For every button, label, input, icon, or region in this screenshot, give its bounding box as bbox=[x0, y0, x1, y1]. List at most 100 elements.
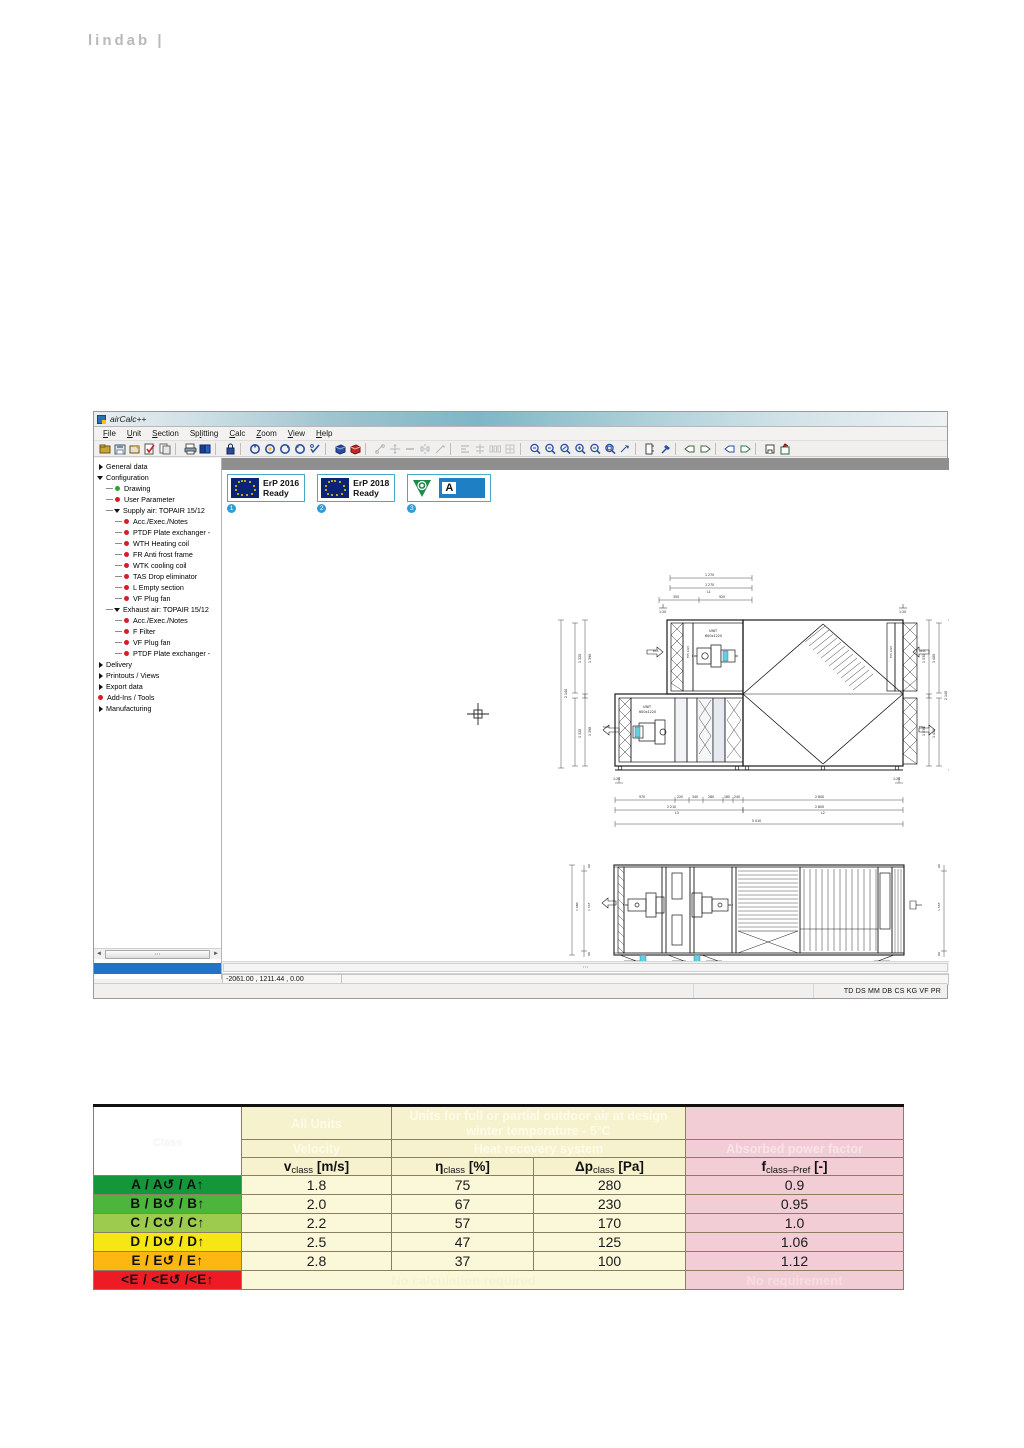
menu-item-help[interactable]: Help bbox=[316, 429, 332, 438]
book-icon[interactable] bbox=[198, 442, 212, 456]
menu-item-splitting[interactable]: Splitting bbox=[190, 429, 218, 438]
chevron-down-icon[interactable] bbox=[114, 606, 122, 614]
menu-item-file[interactable]: File bbox=[103, 429, 116, 438]
tree-selection-bar[interactable] bbox=[94, 963, 221, 974]
tree-item-acc-exec-notes[interactable]: Acc./Exec./Notes bbox=[97, 516, 221, 527]
tree-item-ptdf-plate-exchanger[interactable]: PTDF Plate exchanger - bbox=[97, 527, 221, 538]
save-as-icon[interactable] bbox=[128, 442, 142, 456]
tree-item-label: TAS Drop eliminator bbox=[133, 571, 198, 581]
mirror-icon[interactable] bbox=[418, 442, 432, 456]
print-icon[interactable] bbox=[183, 442, 197, 456]
tree-item-drawing[interactable]: Drawing bbox=[97, 483, 221, 494]
open-folder-icon[interactable] bbox=[98, 442, 112, 456]
scroll-right-arrow[interactable]: ► bbox=[211, 951, 221, 957]
tree-horizontal-scrollbar[interactable]: ◄ ⋯ ► bbox=[94, 948, 221, 959]
tree-item-fr-anti-frost-frame[interactable]: FR Anti frost frame bbox=[97, 549, 221, 560]
chevron-down-icon[interactable] bbox=[97, 474, 105, 482]
copy-document-icon[interactable] bbox=[158, 442, 172, 456]
chevron-right-icon[interactable] bbox=[97, 683, 105, 691]
tree-item-vf-plug-fan[interactable]: VF Plug fan bbox=[97, 637, 221, 648]
erp-2016-badge[interactable]: ErP 2016 Ready bbox=[227, 474, 306, 502]
menu-item-zoom[interactable]: Zoom bbox=[256, 429, 276, 438]
chevron-right-icon[interactable] bbox=[97, 463, 105, 471]
save-icon[interactable] bbox=[113, 442, 127, 456]
application-window: airCalc++ File Unit Section Splitting Ca… bbox=[93, 411, 949, 999]
tree-item-general-data[interactable]: General data bbox=[97, 461, 221, 472]
reload-blue-icon[interactable] bbox=[278, 442, 292, 456]
tree-item-ptdf-plate-exchanger[interactable]: PTDF Plate exchanger - bbox=[97, 648, 221, 659]
measure-icon[interactable] bbox=[433, 442, 447, 456]
export-icon[interactable] bbox=[778, 442, 792, 456]
refresh-ccw-icon[interactable] bbox=[248, 442, 262, 456]
tree-item-exhaust-air-topair-15-12[interactable]: Exhaust air: TOPAIR 15/12 bbox=[97, 604, 221, 615]
tree-item-vf-plug-fan[interactable]: VF Plug fan bbox=[97, 593, 221, 604]
move-icon[interactable] bbox=[388, 442, 402, 456]
tree-item-f-filter[interactable]: F Filter bbox=[97, 626, 221, 637]
eurovent-badge[interactable]: A bbox=[407, 474, 492, 502]
tree-item-manufacturing[interactable]: Manufacturing bbox=[97, 703, 221, 714]
tree-item-wth-heating-coil[interactable]: WTH Heating coil bbox=[97, 538, 221, 549]
section-icon[interactable] bbox=[643, 442, 657, 456]
tree-item-l-empty-section[interactable]: L Empty section bbox=[97, 582, 221, 593]
print-preview-icon[interactable] bbox=[763, 442, 777, 456]
refresh-cw-icon[interactable] bbox=[263, 442, 277, 456]
grid-icon[interactable] bbox=[503, 442, 517, 456]
tree-item-supply-air-topair-15-12[interactable]: Supply air: TOPAIR 15/12 bbox=[97, 505, 221, 516]
configuration-tree-panel[interactable]: General data Configuration Drawing User Par… bbox=[94, 458, 222, 979]
chevron-down-icon[interactable] bbox=[114, 507, 122, 515]
zoom-window-icon[interactable] bbox=[528, 442, 542, 456]
all-units-label: All Units bbox=[291, 1116, 342, 1131]
center-icon[interactable] bbox=[473, 442, 487, 456]
check-document-icon[interactable] bbox=[143, 442, 157, 456]
calc-check-icon[interactable] bbox=[308, 442, 322, 456]
tree-item-printouts-views[interactable]: Printouts / Views bbox=[97, 670, 221, 681]
hammer-icon[interactable] bbox=[658, 442, 672, 456]
class-cell: A / A↺ / A↑ bbox=[93, 1175, 242, 1195]
tree-item-export-data[interactable]: Export data bbox=[97, 681, 221, 692]
lock-icon[interactable] bbox=[223, 442, 237, 456]
tree-item-wtk-cooling-coil[interactable]: WTK cooling coil bbox=[97, 560, 221, 571]
zoom-in-icon[interactable] bbox=[573, 442, 587, 456]
menu-item-unit[interactable]: Unit bbox=[127, 429, 141, 438]
tree-item-acc-exec-notes[interactable]: Acc./Exec./Notes bbox=[97, 615, 221, 626]
distribute-icon[interactable] bbox=[488, 442, 502, 456]
tree-item-configuration[interactable]: Configuration bbox=[97, 472, 221, 483]
cube-red-icon[interactable] bbox=[348, 442, 362, 456]
zoom-extents-icon[interactable] bbox=[603, 442, 617, 456]
scroll-left-arrow[interactable]: ◄ bbox=[94, 951, 104, 957]
reload-cyan-icon[interactable] bbox=[293, 442, 307, 456]
status-dot-red-icon bbox=[124, 629, 129, 634]
eta-value: 75 bbox=[391, 1175, 534, 1195]
tree-item-label: Manufacturing bbox=[106, 703, 152, 713]
pan-icon[interactable] bbox=[618, 442, 632, 456]
cube-blue-icon[interactable] bbox=[333, 442, 347, 456]
view-right-icon[interactable] bbox=[698, 442, 712, 456]
eta-value: 47 bbox=[391, 1232, 534, 1252]
zoom-dynamic-icon[interactable] bbox=[558, 442, 572, 456]
menu-item-section[interactable]: Section bbox=[152, 429, 179, 438]
line-icon[interactable] bbox=[403, 442, 417, 456]
erp-2018-badge[interactable]: ErP 2018 Ready bbox=[317, 474, 396, 502]
chevron-right-icon[interactable] bbox=[97, 705, 105, 713]
chevron-right-icon[interactable] bbox=[97, 661, 105, 669]
menu-item-view[interactable]: View bbox=[288, 429, 305, 438]
view-front-icon[interactable] bbox=[723, 442, 737, 456]
canvas-horizontal-scrollbar[interactable]: ⋯ bbox=[222, 961, 949, 972]
tree-item-add-ins-tools[interactable]: Add-Ins / Tools bbox=[97, 692, 221, 703]
tree-item-label: FR Anti frost frame bbox=[133, 549, 193, 559]
scale-icon[interactable] bbox=[373, 442, 387, 456]
align-icon[interactable] bbox=[458, 442, 472, 456]
tree-item-user-parameter[interactable]: User Parameter bbox=[97, 494, 221, 505]
menu-item-calc[interactable]: Calc bbox=[229, 429, 245, 438]
svg-text:970: 970 bbox=[639, 795, 645, 799]
zoom-minus-icon[interactable] bbox=[588, 442, 602, 456]
zoom-out-icon[interactable] bbox=[543, 442, 557, 456]
canvas-scroll-thumb[interactable]: ⋯ bbox=[223, 962, 948, 972]
chevron-right-icon[interactable] bbox=[97, 672, 105, 680]
tree-item-tas-drop-eliminator[interactable]: TAS Drop eliminator bbox=[97, 571, 221, 582]
scroll-thumb[interactable]: ⋯ bbox=[105, 949, 210, 959]
view-left-icon[interactable] bbox=[683, 442, 697, 456]
tree-item-delivery[interactable]: Delivery bbox=[97, 659, 221, 670]
drawing-canvas[interactable]: ErP 2016 Ready 1 ErP 2018 Ready 2 A 3 1 … bbox=[222, 458, 949, 979]
view-back-icon[interactable] bbox=[738, 442, 752, 456]
